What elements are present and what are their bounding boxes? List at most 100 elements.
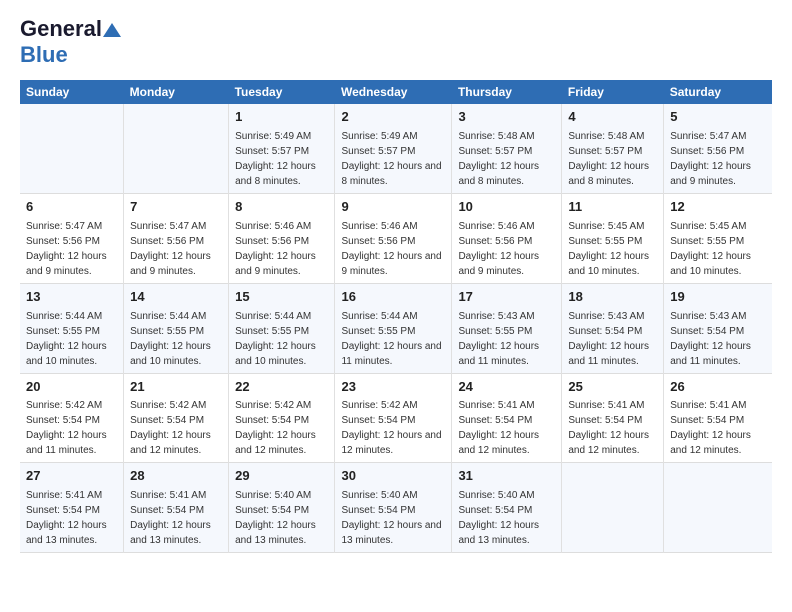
cell-info: Sunrise: 5:42 AMSunset: 5:54 PMDaylight:… [130, 398, 222, 458]
day-number: 22 [235, 378, 328, 397]
day-number: 12 [670, 198, 766, 217]
cell-info: Sunrise: 5:40 AMSunset: 5:54 PMDaylight:… [458, 488, 555, 548]
cell-info: Sunrise: 5:41 AMSunset: 5:54 PMDaylight:… [458, 398, 555, 458]
cell-info: Sunrise: 5:49 AMSunset: 5:57 PMDaylight:… [341, 129, 445, 189]
header: General Blue [20, 16, 772, 68]
weekday-header-tuesday: Tuesday [229, 80, 335, 104]
cell-info: Sunrise: 5:42 AMSunset: 5:54 PMDaylight:… [26, 398, 117, 458]
calendar-cell: 31 Sunrise: 5:40 AMSunset: 5:54 PMDayligh… [452, 463, 562, 553]
cell-info: Sunrise: 5:44 AMSunset: 5:55 PMDaylight:… [130, 309, 222, 369]
cell-info: Sunrise: 5:40 AMSunset: 5:54 PMDaylight:… [341, 488, 445, 548]
day-number: 3 [458, 108, 555, 127]
calendar-cell [124, 104, 229, 193]
day-number: 29 [235, 467, 328, 486]
calendar-cell: 6 Sunrise: 5:47 AMSunset: 5:56 PMDaylight… [20, 193, 124, 283]
calendar-cell: 22Sunrise: 5:42 AMSunset: 5:54 PMDayligh… [229, 373, 335, 463]
cell-info: Sunrise: 5:42 AMSunset: 5:54 PMDaylight:… [235, 398, 328, 458]
cell-info: Sunrise: 5:41 AMSunset: 5:54 PMDaylight:… [26, 488, 117, 548]
day-number: 24 [458, 378, 555, 397]
calendar-cell: 20Sunrise: 5:42 AMSunset: 5:54 PMDayligh… [20, 373, 124, 463]
calendar-cell: 27 Sunrise: 5:41 AMSunset: 5:54 PMDayligh… [20, 463, 124, 553]
calendar-cell: 11Sunrise: 5:45 AMSunset: 5:55 PMDayligh… [562, 193, 664, 283]
calendar-cell: 29 Sunrise: 5:40 AMSunset: 5:54 PMDayligh… [229, 463, 335, 553]
cell-info: Sunrise: 5:45 AMSunset: 5:55 PMDaylight:… [670, 219, 766, 279]
day-number: 16 [341, 288, 445, 307]
cell-info: Sunrise: 5:43 AMSunset: 5:54 PMDaylight:… [670, 309, 766, 369]
weekday-header-monday: Monday [124, 80, 229, 104]
weekday-header-thursday: Thursday [452, 80, 562, 104]
cell-info: Sunrise: 5:49 AMSunset: 5:57 PMDaylight:… [235, 129, 328, 189]
day-number: 23 [341, 378, 445, 397]
day-number: 15 [235, 288, 328, 307]
day-number: 4 [568, 108, 657, 127]
calendar-cell: 12 Sunrise: 5:45 AMSunset: 5:55 PMDayligh… [664, 193, 772, 283]
day-number: 18 [568, 288, 657, 307]
calendar-week-row: 6 Sunrise: 5:47 AMSunset: 5:56 PMDaylight… [20, 193, 772, 283]
day-number: 20 [26, 378, 117, 397]
cell-info: Sunrise: 5:40 AMSunset: 5:54 PMDaylight:… [235, 488, 328, 548]
calendar-cell: 1 Sunrise: 5:49 AMSunset: 5:57 PMDaylight… [229, 104, 335, 193]
day-number: 17 [458, 288, 555, 307]
day-number: 14 [130, 288, 222, 307]
calendar-cell: 14 Sunrise: 5:44 AMSunset: 5:55 PMDayligh… [124, 283, 229, 373]
day-number: 10 [458, 198, 555, 217]
day-number: 21 [130, 378, 222, 397]
calendar-cell: 17 Sunrise: 5:43 AMSunset: 5:55 PMDayligh… [452, 283, 562, 373]
day-number: 26 [670, 378, 766, 397]
calendar-cell: 15Sunrise: 5:44 AMSunset: 5:55 PMDayligh… [229, 283, 335, 373]
calendar-cell: 26Sunrise: 5:41 AMSunset: 5:54 PMDayligh… [664, 373, 772, 463]
calendar-cell: 8Sunrise: 5:46 AMSunset: 5:56 PMDaylight… [229, 193, 335, 283]
day-number: 31 [458, 467, 555, 486]
calendar-week-row: 27 Sunrise: 5:41 AMSunset: 5:54 PMDayligh… [20, 463, 772, 553]
calendar-cell: 18 Sunrise: 5:43 AMSunset: 5:54 PMDayligh… [562, 283, 664, 373]
calendar-cell: 5 Sunrise: 5:47 AMSunset: 5:56 PMDaylight… [664, 104, 772, 193]
cell-info: Sunrise: 5:44 AMSunset: 5:55 PMDaylight:… [26, 309, 117, 369]
day-number: 30 [341, 467, 445, 486]
day-number: 5 [670, 108, 766, 127]
day-number: 19 [670, 288, 766, 307]
calendar-cell: 24Sunrise: 5:41 AMSunset: 5:54 PMDayligh… [452, 373, 562, 463]
logo-text: General Blue [20, 16, 122, 68]
cell-info: Sunrise: 5:47 AMSunset: 5:56 PMDaylight:… [130, 219, 222, 279]
cell-info: Sunrise: 5:48 AMSunset: 5:57 PMDaylight:… [458, 129, 555, 189]
cell-info: Sunrise: 5:47 AMSunset: 5:56 PMDaylight:… [670, 129, 766, 189]
calendar-week-row: 20Sunrise: 5:42 AMSunset: 5:54 PMDayligh… [20, 373, 772, 463]
calendar-cell: 16 Sunrise: 5:44 AMSunset: 5:55 PMDayligh… [335, 283, 452, 373]
cell-info: Sunrise: 5:46 AMSunset: 5:56 PMDaylight:… [341, 219, 445, 279]
cell-info: Sunrise: 5:46 AMSunset: 5:56 PMDaylight:… [458, 219, 555, 279]
calendar-cell: 25Sunrise: 5:41 AMSunset: 5:54 PMDayligh… [562, 373, 664, 463]
cell-info: Sunrise: 5:44 AMSunset: 5:55 PMDaylight:… [341, 309, 445, 369]
weekday-header-friday: Friday [562, 80, 664, 104]
cell-info: Sunrise: 5:43 AMSunset: 5:55 PMDaylight:… [458, 309, 555, 369]
cell-info: Sunrise: 5:41 AMSunset: 5:54 PMDaylight:… [130, 488, 222, 548]
weekday-header-row: SundayMondayTuesdayWednesdayThursdayFrid… [20, 80, 772, 104]
calendar-cell: 21Sunrise: 5:42 AMSunset: 5:54 PMDayligh… [124, 373, 229, 463]
day-number: 2 [341, 108, 445, 127]
cell-info: Sunrise: 5:41 AMSunset: 5:54 PMDaylight:… [670, 398, 766, 458]
calendar-cell: 9 Sunrise: 5:46 AMSunset: 5:56 PMDaylight… [335, 193, 452, 283]
calendar-table: SundayMondayTuesdayWednesdayThursdayFrid… [20, 80, 772, 553]
calendar-cell: 30 Sunrise: 5:40 AMSunset: 5:54 PMDayligh… [335, 463, 452, 553]
logo-icon [103, 23, 121, 37]
calendar-cell: 19 Sunrise: 5:43 AMSunset: 5:54 PMDayligh… [664, 283, 772, 373]
day-number: 8 [235, 198, 328, 217]
calendar-cell: 28Sunrise: 5:41 AMSunset: 5:54 PMDayligh… [124, 463, 229, 553]
day-number: 27 [26, 467, 117, 486]
calendar-cell [562, 463, 664, 553]
calendar-cell: 4Sunrise: 5:48 AMSunset: 5:57 PMDaylight… [562, 104, 664, 193]
cell-info: Sunrise: 5:43 AMSunset: 5:54 PMDaylight:… [568, 309, 657, 369]
calendar-cell: 2 Sunrise: 5:49 AMSunset: 5:57 PMDaylight… [335, 104, 452, 193]
page: General Blue SundayMondayTuesdayWednesda… [0, 0, 792, 563]
day-number: 1 [235, 108, 328, 127]
logo: General Blue [20, 16, 122, 68]
cell-info: Sunrise: 5:47 AMSunset: 5:56 PMDaylight:… [26, 219, 117, 279]
weekday-header-wednesday: Wednesday [335, 80, 452, 104]
day-number: 13 [26, 288, 117, 307]
calendar-cell [664, 463, 772, 553]
day-number: 9 [341, 198, 445, 217]
day-number: 6 [26, 198, 117, 217]
cell-info: Sunrise: 5:42 AMSunset: 5:54 PMDaylight:… [341, 398, 445, 458]
day-number: 7 [130, 198, 222, 217]
calendar-cell: 23Sunrise: 5:42 AMSunset: 5:54 PMDayligh… [335, 373, 452, 463]
cell-info: Sunrise: 5:41 AMSunset: 5:54 PMDaylight:… [568, 398, 657, 458]
